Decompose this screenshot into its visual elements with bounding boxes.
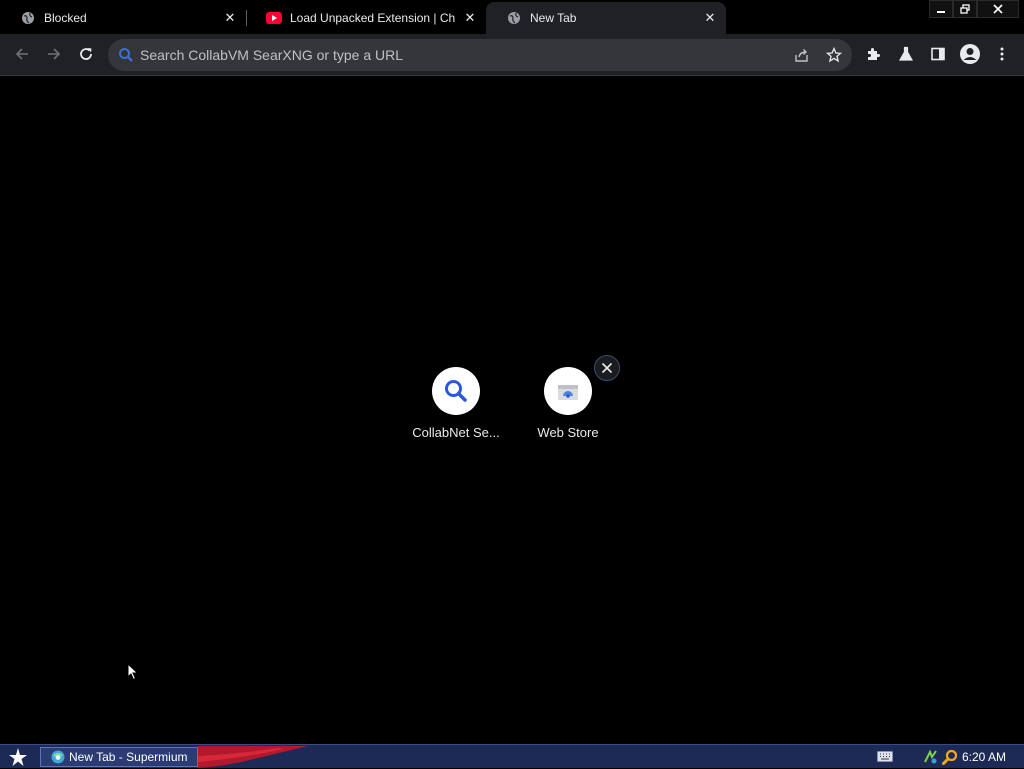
- close-tab-icon[interactable]: ✕: [702, 10, 718, 26]
- window-close-button[interactable]: [977, 0, 1019, 18]
- supermium-browser-icon: [51, 750, 65, 764]
- close-tab-icon[interactable]: ✕: [222, 10, 238, 26]
- taskbar: New Tab - Supermium 6:20 AM: [0, 744, 1024, 768]
- browser-toolbar: [0, 34, 1024, 76]
- kebab-menu-icon: [1000, 47, 1004, 61]
- shortcut-label: Web Store: [537, 425, 599, 440]
- minimize-icon: [937, 11, 945, 13]
- close-icon: [601, 362, 613, 374]
- shortcut-icon-circle: [432, 367, 480, 415]
- puzzle-icon: [868, 48, 880, 60]
- start-star-icon: [9, 748, 27, 766]
- webstore-icon: [558, 385, 578, 400]
- search-icon[interactable]: [941, 748, 959, 765]
- tab-blocked[interactable]: Blocked ✕: [0, 2, 246, 34]
- restore-icon: [960, 4, 970, 14]
- forward-arrow-icon: [48, 48, 61, 60]
- youtube-icon: [266, 10, 282, 26]
- close-icon: [993, 4, 1003, 14]
- avatar-icon: [960, 44, 980, 64]
- tab-new-tab[interactable]: New Tab ✕: [486, 2, 726, 34]
- taskbar-button-new-tab[interactable]: New Tab - Supermium: [40, 747, 198, 767]
- reload-button[interactable]: [72, 40, 100, 68]
- tab-load-unpacked-extension[interactable]: Load Unpacked Extension | Chrome Extensi…: [246, 2, 486, 34]
- globe-icon: [20, 10, 36, 26]
- share-icon: [795, 49, 808, 62]
- globe-icon: [506, 10, 522, 26]
- back-button[interactable]: [8, 40, 36, 68]
- minimize-button[interactable]: [929, 0, 953, 18]
- forward-button[interactable]: [40, 40, 68, 68]
- shortcut-icon-circle: [544, 367, 592, 415]
- tab-strip: Blocked ✕ Load Unpacked Extension | Chro…: [0, 0, 1024, 34]
- side-panel-icon: [931, 47, 945, 61]
- side-panel-button[interactable]: [924, 40, 952, 68]
- address-input[interactable]: [140, 39, 780, 71]
- omnibox[interactable]: [108, 39, 852, 71]
- star-icon: [826, 47, 842, 63]
- search-icon: [118, 47, 134, 68]
- decorative-flag-image: [198, 746, 308, 768]
- task-label: New Tab - Supermium: [69, 750, 188, 764]
- reload-icon: [80, 48, 92, 60]
- restore-button[interactable]: [953, 0, 977, 18]
- search-icon: [445, 380, 467, 402]
- tab-title: New Tab: [530, 11, 577, 25]
- mouse-cursor-icon: [127, 662, 139, 686]
- new-tab-page: CollabNet Se... Web Store: [0, 76, 1024, 744]
- shortcut-tile-collabnet[interactable]: CollabNet Se...: [406, 355, 506, 451]
- labs-button[interactable]: [892, 40, 920, 68]
- extensions-button[interactable]: [860, 40, 888, 68]
- profile-button[interactable]: [956, 40, 984, 68]
- share-button[interactable]: [788, 41, 816, 69]
- taskbar-clock[interactable]: 6:20 AM: [962, 745, 1006, 769]
- close-tab-icon[interactable]: ✕: [462, 10, 478, 26]
- keyboard-icon[interactable]: [876, 748, 894, 765]
- shortcut-label: CollabNet Se...: [412, 425, 500, 440]
- start-button[interactable]: [4, 746, 32, 768]
- network-icon[interactable]: [922, 748, 938, 765]
- menu-button[interactable]: [988, 40, 1016, 68]
- bookmark-button[interactable]: [820, 41, 848, 69]
- tab-title: Blocked: [44, 11, 87, 25]
- remove-shortcut-button[interactable]: [594, 355, 620, 381]
- back-arrow-icon: [15, 48, 28, 60]
- tab-title: Load Unpacked Extension | Chrome Extensi…: [290, 11, 456, 25]
- flask-icon: [898, 46, 914, 61]
